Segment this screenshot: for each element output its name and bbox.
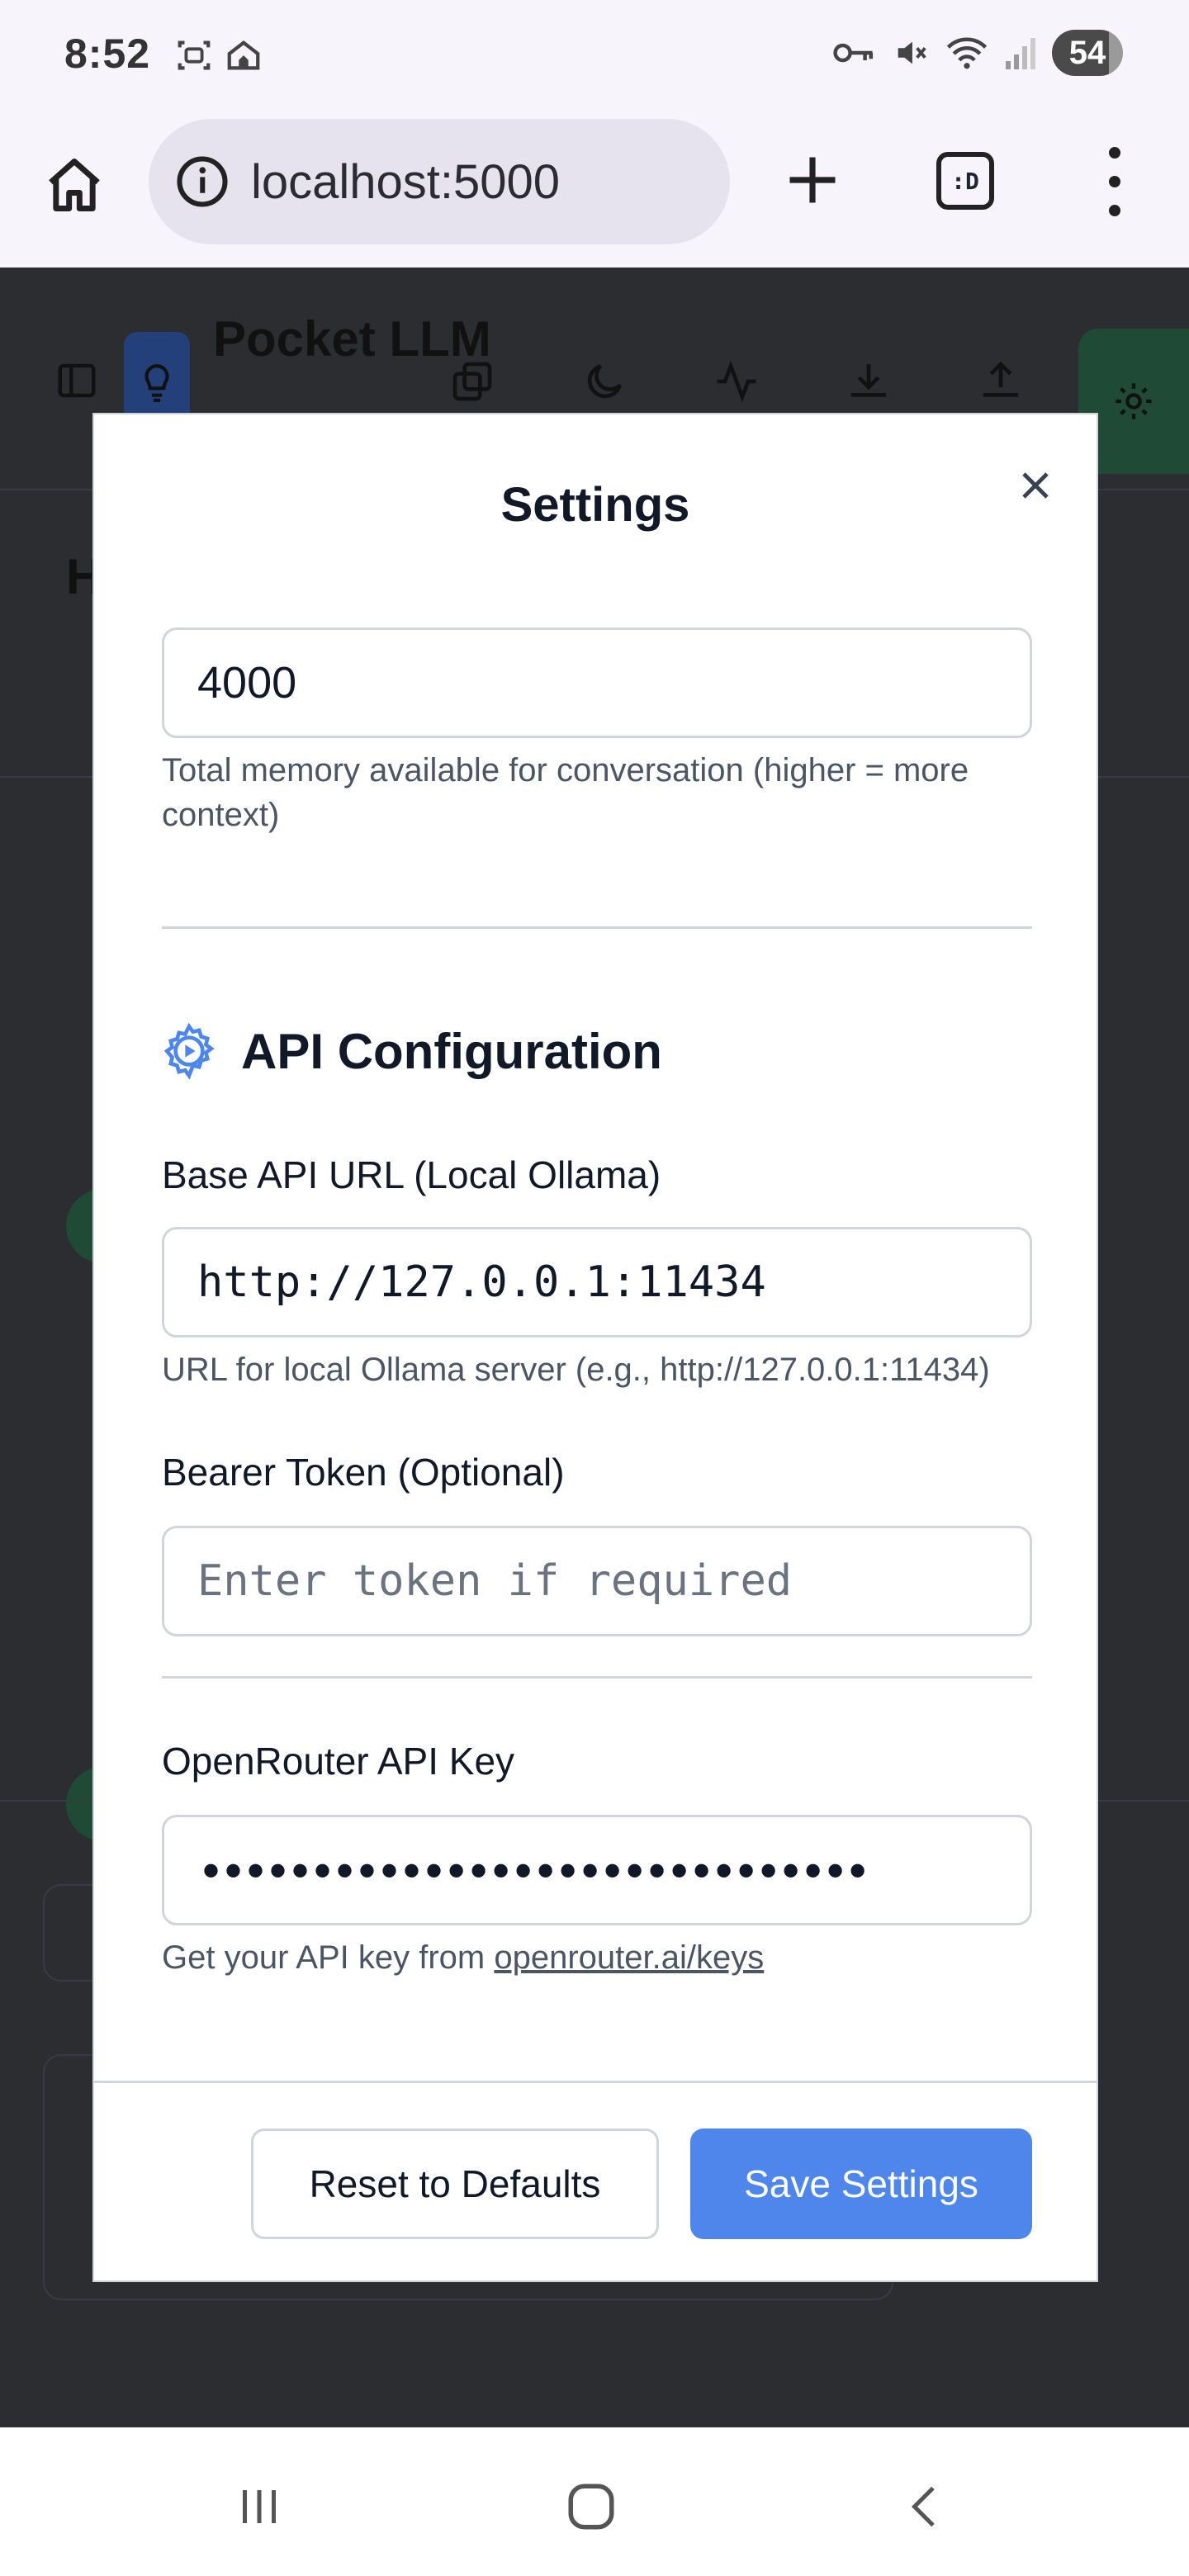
bearer-token-input[interactable]: Enter token if required bbox=[162, 1526, 1032, 1636]
lightbulb-icon bbox=[144, 364, 169, 402]
screenshot-icon bbox=[178, 40, 211, 70]
more-menu-button[interactable] bbox=[1098, 147, 1131, 216]
openrouter-key-input[interactable]: •••••••••••••••••••••••••••••• bbox=[162, 1815, 1032, 1925]
activity-icon bbox=[717, 360, 756, 403]
status-time: 8:52 bbox=[64, 31, 151, 77]
download-icon bbox=[851, 364, 886, 397]
section-divider bbox=[162, 1676, 1032, 1679]
memory-help-text: Total memory available for conversation … bbox=[162, 752, 969, 833]
tabs-button[interactable]: :D bbox=[936, 152, 994, 210]
recents-button[interactable] bbox=[226, 2474, 292, 2540]
copy-icon bbox=[452, 362, 492, 401]
gear-icon bbox=[163, 1022, 215, 1080]
openrouter-help-text: Get your API key from openrouter.ai/keys bbox=[162, 1935, 1045, 1980]
battery-indicator: 54 bbox=[1052, 30, 1123, 76]
api-section-title: API Configuration bbox=[241, 1023, 662, 1079]
bearer-token-label: Bearer Token (Optional) bbox=[162, 1451, 565, 1494]
plus-icon bbox=[789, 157, 836, 203]
status-bar: 8:52 54 bbox=[0, 0, 1189, 111]
upload-icon bbox=[983, 361, 1018, 397]
save-settings-button[interactable]: Save Settings bbox=[690, 2129, 1032, 2239]
new-tab-button[interactable] bbox=[779, 147, 846, 213]
section-divider bbox=[162, 926, 1032, 929]
settings-modal: Settings 4000 Total memory available for… bbox=[92, 413, 1098, 2282]
recents-icon bbox=[243, 2490, 276, 2523]
more-vert-icon bbox=[1109, 147, 1120, 159]
moon-icon bbox=[587, 364, 622, 399]
wifi-icon bbox=[946, 37, 988, 69]
home-nav-button[interactable] bbox=[558, 2474, 624, 2540]
openrouter-key-label: OpenRouter API Key bbox=[162, 1740, 515, 1783]
gear-icon bbox=[1116, 383, 1152, 419]
mute-icon bbox=[898, 41, 926, 64]
memory-input[interactable]: 4000 bbox=[162, 627, 1032, 738]
modal-title: Settings bbox=[500, 478, 690, 532]
base-url-input[interactable]: http://127.0.0.1:11434 bbox=[162, 1227, 1032, 1338]
sidebar-toggle-icon bbox=[58, 363, 96, 398]
back-icon bbox=[911, 2486, 935, 2527]
close-icon bbox=[1022, 472, 1049, 499]
info-icon bbox=[177, 156, 228, 207]
browser-toolbar: localhost:5000 :D bbox=[0, 111, 1189, 268]
home-button[interactable] bbox=[41, 152, 107, 218]
system-nav-bar bbox=[0, 2427, 1189, 2576]
home-app-icon bbox=[227, 40, 260, 70]
base-url-label: Base API URL (Local Ollama) bbox=[162, 1153, 661, 1196]
url-text: localhost:5000 bbox=[251, 154, 561, 209]
vpn-key-icon bbox=[833, 43, 874, 63]
openrouter-keys-link[interactable]: openrouter.ai/keys bbox=[494, 1939, 764, 1976]
home-icon bbox=[49, 159, 100, 211]
openrouter-help-prefix: Get your API key from bbox=[162, 1939, 495, 1976]
modal-footer-divider bbox=[94, 2081, 1097, 2083]
base-url-help-text: URL for local Ollama server (e.g., http:… bbox=[162, 1352, 990, 1388]
api-section-header: API Configuration bbox=[160, 1022, 662, 1080]
status-system-icons: 54 bbox=[832, 30, 1123, 76]
home-nav-icon bbox=[568, 2484, 614, 2530]
address-bar[interactable]: localhost:5000 bbox=[149, 119, 730, 244]
status-notification-icons bbox=[175, 36, 263, 74]
reset-defaults-button[interactable]: Reset to Defaults bbox=[251, 2129, 659, 2239]
site-info-button[interactable] bbox=[173, 153, 231, 211]
tabs-icon: :D bbox=[951, 167, 979, 195]
close-button[interactable] bbox=[1011, 461, 1060, 510]
signal-icon bbox=[1006, 38, 1035, 69]
back-button[interactable] bbox=[892, 2474, 958, 2540]
